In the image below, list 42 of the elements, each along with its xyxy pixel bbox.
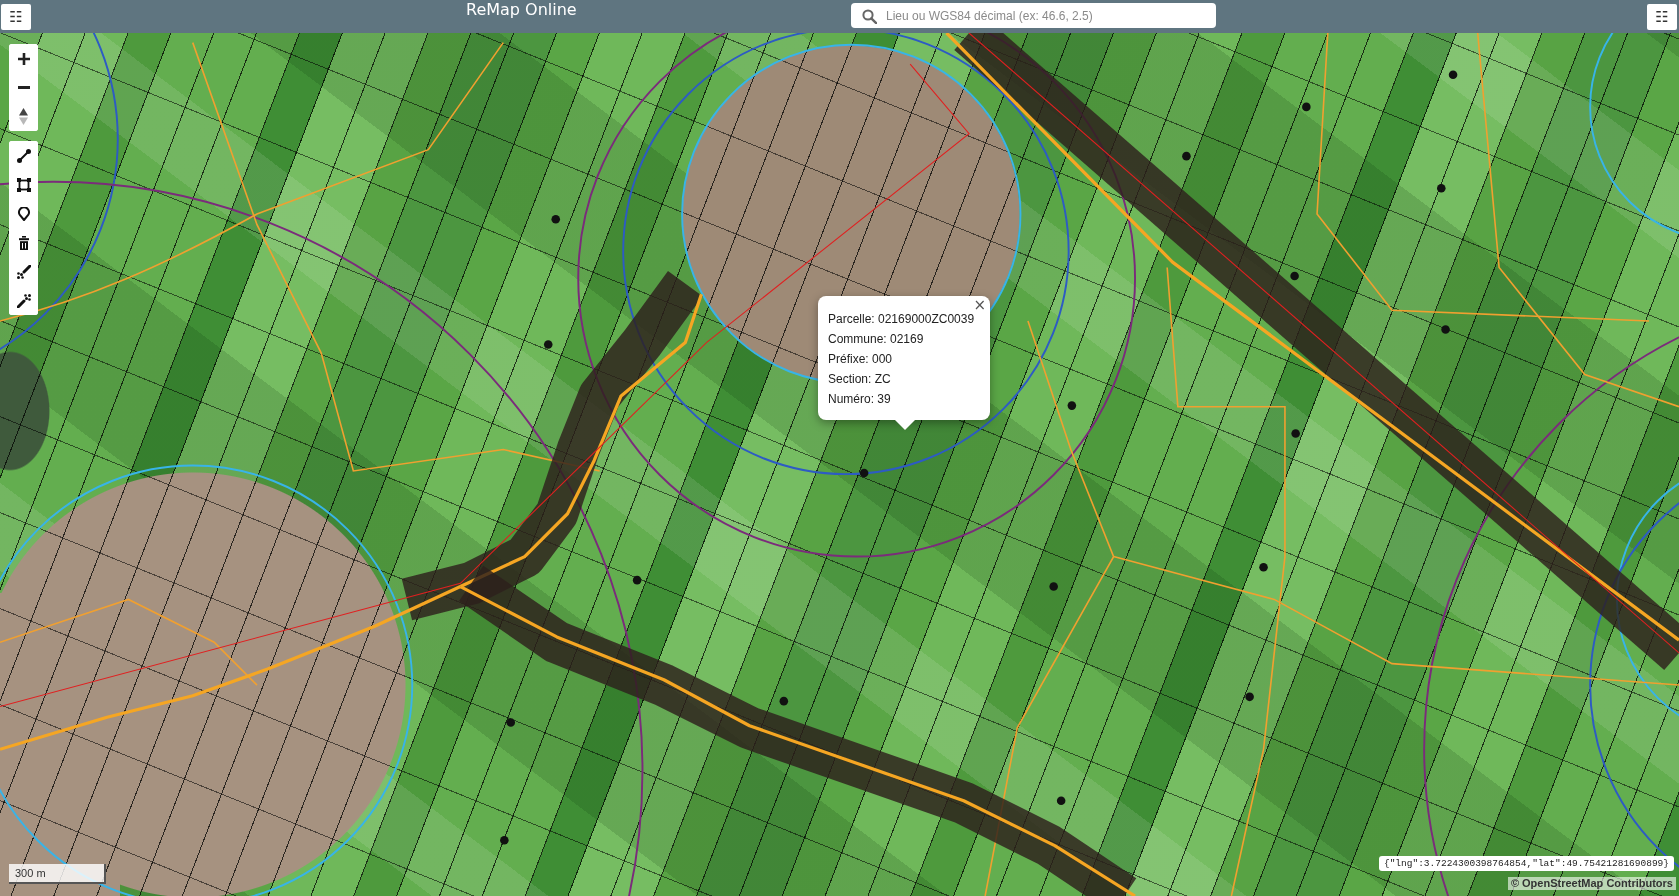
menu-button[interactable]: ☷ — [1647, 4, 1677, 30]
up-down-arrow-icon — [19, 108, 28, 125]
plus-icon — [17, 52, 30, 65]
marker-icon — [543, 340, 553, 349]
marker-icon — [500, 836, 509, 845]
minus-icon — [17, 86, 30, 89]
marker-icon — [506, 718, 516, 727]
menu-button[interactable]: ☷ — [1, 4, 31, 30]
scale-bar: 300 m — [9, 864, 106, 884]
parcel-info-line: Section: ZC — [828, 371, 891, 388]
cursor-coordinates: {"lng":3.7224300398764854,"lat":49.75421281690899} — [1378, 856, 1674, 871]
polyline-icon — [16, 148, 31, 163]
map-attribution: © OpenStreetMap Contributors — [1507, 877, 1676, 890]
dotted-line-icon — [16, 293, 31, 308]
app-title: ReMap Online — [466, 0, 577, 20]
close-button[interactable]: × — [973, 299, 986, 312]
search-icon — [862, 9, 877, 24]
marker-icon — [1245, 692, 1254, 702]
parcel-info-line: Commune: 02169 — [828, 331, 924, 348]
marker-icon — [1448, 70, 1458, 80]
marker-icon — [632, 575, 642, 585]
marker-icon — [1259, 563, 1268, 572]
marker-icon — [1290, 271, 1299, 281]
search-field[interactable]: Lieu ou WGS84 décimal (ex: 46.6, 2.5) — [851, 3, 1216, 28]
map-pin-icon — [16, 206, 31, 221]
marker-icon — [1056, 796, 1066, 805]
parcel-info-line: Parcelle: 02169000ZC0039 — [828, 311, 975, 328]
marker-icon — [1182, 151, 1191, 161]
dotted-line-icon — [16, 264, 31, 279]
marker-icon — [1049, 582, 1058, 591]
marker-icon — [779, 696, 789, 706]
marker-icon — [1067, 401, 1077, 410]
parcel-info-line: Préfixe: 000 — [828, 351, 893, 368]
marker-icon — [1441, 325, 1450, 334]
marker-icon — [1437, 183, 1446, 193]
square-icon — [16, 177, 31, 192]
marker-icon — [551, 215, 560, 224]
trash-icon — [16, 235, 31, 250]
marker-icon — [859, 468, 869, 478]
parcel-info-line: Numéro: 39 — [828, 391, 891, 408]
marker-icon — [1291, 429, 1300, 438]
marker-icon — [1302, 102, 1311, 112]
